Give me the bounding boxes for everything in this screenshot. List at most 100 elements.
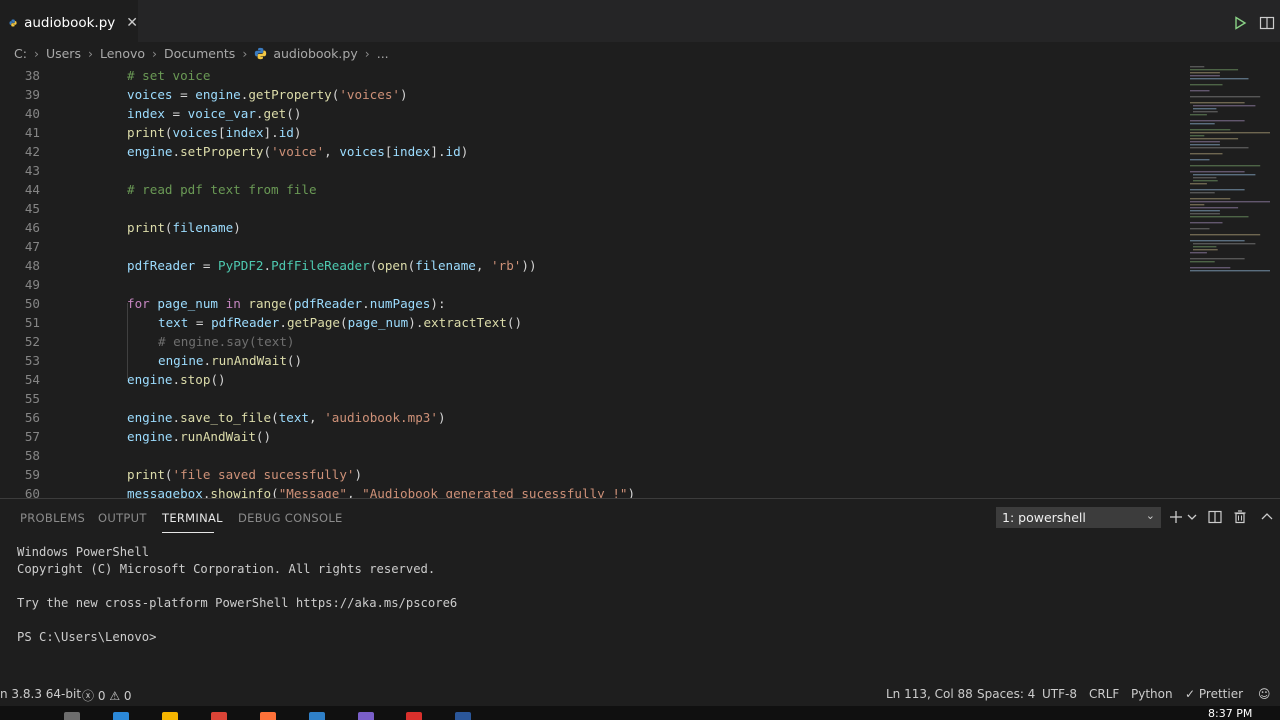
code-text: index = voice_var.get() xyxy=(127,106,302,121)
code-line[interactable]: 46 print(filename) xyxy=(0,218,1180,237)
breadcrumb-segment[interactable]: Users xyxy=(46,46,81,61)
terminal-prompt[interactable]: PS C:\Users\Lenovo> xyxy=(17,630,156,644)
code-line[interactable]: 54 engine.stop() xyxy=(0,370,1180,389)
code-line[interactable]: 56 engine.save_to_file(text, 'audiobook.m… xyxy=(0,408,1180,427)
taskbar-vscode-icon[interactable] xyxy=(309,712,325,720)
minimap-line xyxy=(1193,249,1218,251)
indentation[interactable]: Spaces: 4 xyxy=(977,687,1035,701)
editor-tab-bar: audiobook.py ✕ xyxy=(0,0,1280,46)
taskbar-app-icon[interactable] xyxy=(358,712,374,720)
launch-profile-chevron-icon[interactable] xyxy=(1186,509,1198,525)
code-editor[interactable]: 38 # set voice 39 voices = engine.getProper… xyxy=(0,64,1280,498)
tab-audiobook-py[interactable]: audiobook.py ✕ xyxy=(0,0,138,46)
close-icon[interactable]: ✕ xyxy=(126,15,138,31)
new-terminal-icon[interactable] xyxy=(1168,509,1184,525)
tab-output[interactable]: OUTPUT xyxy=(98,511,147,525)
code-line[interactable]: 42 engine.setProperty('voice', voices[ind… xyxy=(0,142,1180,161)
terminal-select[interactable]: 1: powershell ⌄ xyxy=(996,507,1161,528)
code-text: engine.runAndWait() xyxy=(158,353,303,368)
tab-terminal[interactable]: TERMINAL xyxy=(162,511,223,525)
minimap-line xyxy=(1190,171,1245,173)
taskbar-chrome-icon[interactable] xyxy=(211,712,227,720)
minimap-line xyxy=(1190,120,1245,122)
minimap-line xyxy=(1190,96,1261,98)
minimap-line xyxy=(1190,240,1245,242)
minimap-line xyxy=(1190,141,1220,143)
minimap-line xyxy=(1190,114,1207,116)
code-text: # set voice xyxy=(127,68,211,83)
code-line[interactable]: 45 xyxy=(0,199,1180,218)
code-line[interactable]: 43 xyxy=(0,161,1180,180)
code-line[interactable]: 44 # read pdf text from file xyxy=(0,180,1180,199)
taskbar-folder-icon[interactable] xyxy=(162,712,178,720)
code-line[interactable]: 39 voices = engine.getProperty('voices') xyxy=(0,85,1180,104)
code-text: engine.runAndWait() xyxy=(127,429,272,444)
breadcrumb-file[interactable]: audiobook.py xyxy=(273,46,357,61)
minimap-line xyxy=(1190,213,1220,215)
breadcrumb-segment[interactable]: Lenovo xyxy=(100,46,145,61)
breadcrumb-tail[interactable]: ... xyxy=(377,46,389,61)
encoding[interactable]: UTF-8 xyxy=(1042,687,1077,701)
run-icon[interactable] xyxy=(1233,16,1247,30)
chevron-right-icon: › xyxy=(152,45,158,61)
problems-summary[interactable]: ⓧ 0 ⚠ 0 xyxy=(82,687,132,704)
code-line[interactable]: 60 messagebox.showinfo("Message", "Audiob… xyxy=(0,484,1180,498)
minimap-line xyxy=(1193,243,1256,245)
cursor-position[interactable]: Ln 113, Col 88 xyxy=(886,687,973,701)
formatter[interactable]: ✓ Prettier xyxy=(1185,687,1243,701)
line-number: 53 xyxy=(24,353,40,368)
code-line[interactable]: 55 xyxy=(0,389,1180,408)
code-line[interactable]: 57 engine.runAndWait() xyxy=(0,427,1180,446)
feedback-icon[interactable]: ☺ xyxy=(1258,687,1271,701)
taskbar-edge-icon[interactable] xyxy=(113,712,129,720)
minimap-line xyxy=(1190,267,1231,269)
split-terminal-icon[interactable] xyxy=(1207,509,1223,525)
chevron-down-icon: ⌄ xyxy=(1145,509,1155,522)
line-number: 47 xyxy=(24,239,40,254)
code-line[interactable]: 41 print(voices[index].id) xyxy=(0,123,1180,142)
code-line[interactable]: 52 # engine.say(text) xyxy=(0,332,1180,351)
line-number: 55 xyxy=(24,391,40,406)
minimap-line xyxy=(1190,198,1231,200)
tab-problems[interactable]: PROBLEMS xyxy=(20,511,85,525)
code-line[interactable]: 50 for page_num in range(pdfReader.numPag… xyxy=(0,294,1180,313)
taskbar-word-icon[interactable] xyxy=(455,712,471,720)
line-number: 45 xyxy=(24,201,40,216)
status-bar: n 3.8.3 64-bit ⓧ 0 ⚠ 0 Ln 113, Col 88 Sp… xyxy=(0,684,1280,706)
taskbar-app-icon[interactable] xyxy=(64,712,80,720)
maximize-panel-icon[interactable] xyxy=(1259,509,1275,525)
code-line[interactable]: 59 print('file saved sucessfully') xyxy=(0,465,1180,484)
language-mode[interactable]: Python xyxy=(1131,687,1173,701)
line-number: 54 xyxy=(24,372,40,387)
error-count: 0 xyxy=(97,689,106,703)
windows-taskbar: 8:37 PM xyxy=(0,706,1280,720)
code-line[interactable]: 47 xyxy=(0,237,1180,256)
code-line[interactable]: 58 xyxy=(0,446,1180,465)
minimap[interactable] xyxy=(1186,64,1276,498)
code-line[interactable]: 49 xyxy=(0,275,1180,294)
split-editor-icon[interactable] xyxy=(1259,15,1275,31)
minimap-line xyxy=(1193,108,1217,110)
taskbar-firefox-icon[interactable] xyxy=(260,712,276,720)
line-number: 48 xyxy=(24,258,40,273)
minimap-line xyxy=(1190,90,1210,92)
code-line[interactable]: 48 pdfReader = PyPDF2.PdfFileReader(open(… xyxy=(0,256,1180,275)
minimap-line xyxy=(1190,201,1270,203)
error-icon: ⓧ xyxy=(82,689,95,703)
breadcrumb: C: › Users › Lenovo › Documents › audiob… xyxy=(0,42,1280,64)
code-line[interactable]: 38 # set voice xyxy=(0,66,1180,85)
code-line[interactable]: 40 index = voice_var.get() xyxy=(0,104,1180,123)
line-number: 59 xyxy=(24,467,40,482)
taskbar-app-icon[interactable] xyxy=(406,712,422,720)
tab-debug-console[interactable]: DEBUG CONSOLE xyxy=(238,511,343,525)
line-number: 39 xyxy=(24,87,40,102)
breadcrumb-segment[interactable]: Documents xyxy=(164,46,235,61)
code-line[interactable]: 53 engine.runAndWait() xyxy=(0,351,1180,370)
end-of-line[interactable]: CRLF xyxy=(1089,687,1119,701)
minimap-line xyxy=(1190,234,1261,236)
minimap-line xyxy=(1193,174,1256,176)
python-interpreter[interactable]: n 3.8.3 64-bit xyxy=(0,687,81,701)
breadcrumb-segment[interactable]: C: xyxy=(14,46,27,61)
trash-icon[interactable] xyxy=(1232,509,1248,525)
code-line[interactable]: 51 text = pdfReader.getPage(page_num).ext… xyxy=(0,313,1180,332)
